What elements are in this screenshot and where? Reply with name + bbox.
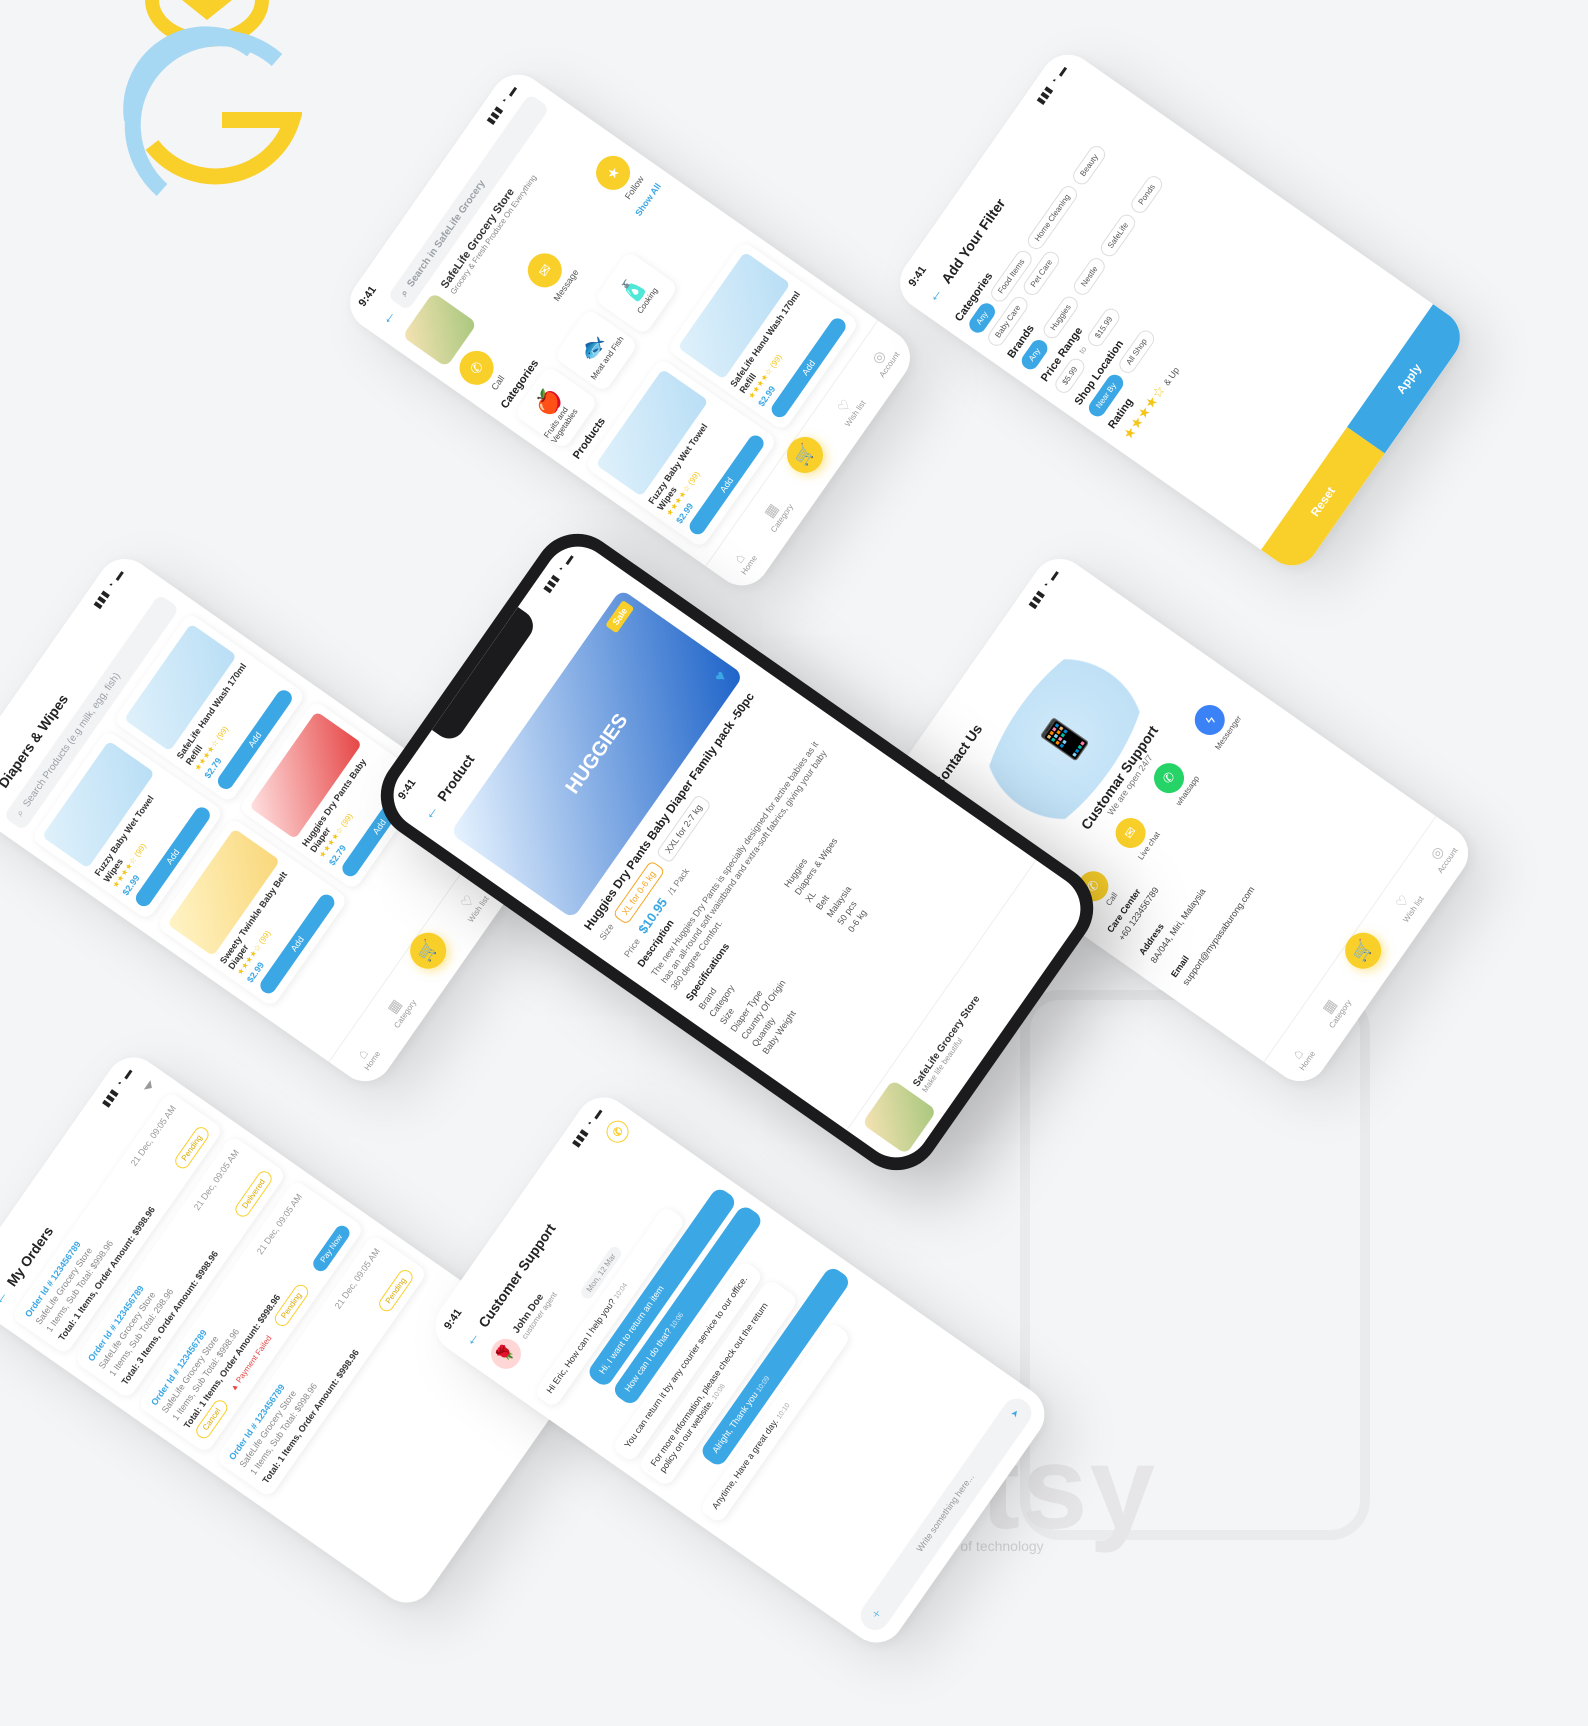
basket-icon: 🛒 [1350,938,1376,965]
plus-icon[interactable]: ＋ [868,1606,884,1621]
back-arrow-icon[interactable]: ← [0,788,4,811]
back-arrow-icon[interactable]: ← [376,305,400,328]
filter-screen: 9:41 ▮▮▮ ◔ ▬ ← Add Your Filter Categories … [889,43,1471,577]
support-chat-screen: 9:41 ▮▮▮ ◔ ▬ ← Customer Support ✆ 🌹 John Do… [424,1086,1056,1654]
page-title: Product [433,751,478,805]
back-arrow-icon[interactable]: ← [0,1286,13,1309]
filter-icon[interactable]: ⏷ [139,1077,159,1096]
tab-category[interactable]: ▦ Category [1313,988,1353,1030]
back-arrow-icon[interactable]: ← [419,801,443,824]
product-screen: 9:41 ▮▮▮ ◔ ▬ ← Product HUGGIES Sale ♥ Hugg… [380,533,1094,1171]
price-to-label: to [1077,344,1089,356]
basket-icon: 🛒 [415,938,441,965]
brand-logo [112,0,303,230]
tab-category[interactable]: ▦ Category [755,493,795,534]
tab-account[interactable]: ◎Account [1422,836,1460,875]
tab-bar: ⌂Home ▦Category 🛒 ♡Wish list ◎Account [1263,815,1480,1093]
basket-icon: 🛒 [792,442,818,469]
tab-home[interactable]: ⌂ Home [1284,1040,1317,1072]
sale-badge: Sale [605,599,635,634]
tab-home[interactable]: ⌂ Home [349,1040,382,1072]
store-subtitle: Make life beautiful [920,1036,965,1095]
tab-account[interactable]: ◎Account [864,341,901,379]
tab-home[interactable]: ⌂ Home [726,544,759,577]
heart-icon[interactable]: ♥ [711,668,731,686]
reset-button[interactable]: Reset [1261,427,1385,577]
product-brand-logo: HUGGIES [561,709,632,798]
send-icon[interactable]: ➤ [1009,1407,1024,1421]
tab-wishlist[interactable]: ♡ Wish list [829,389,867,428]
back-arrow-icon[interactable]: ← [923,283,947,306]
brand-logo-mark [123,0,303,196]
product-phone: 9:41 ▮▮▮ ◔ ▬ ← Product HUGGIES Sale ♥ Hugg… [363,516,1111,1188]
cart-fab[interactable]: 🛒 [1337,925,1388,977]
tab-category[interactable]: ▦ Category [378,988,418,1030]
back-arrow-icon[interactable]: ← [460,1327,484,1350]
cart-fab[interactable]: 🛒 [402,925,453,977]
store-name: SafeLife Grocery Store [911,993,983,1089]
cart-fab[interactable]: 🛒 [779,430,830,481]
apply-button[interactable]: Apply [1347,304,1471,454]
search-icon: ⌕ [398,287,411,299]
tab-wishlist[interactable]: ♡ Wish list [1387,885,1425,924]
search-icon: ⌕ [14,807,27,819]
phone-icon[interactable]: ✆ [602,1116,633,1147]
store-screen: 9:41 ▮▮▮ ◔ ▬ ← ⌕ Search in SafeLife Grocer… [339,63,921,597]
